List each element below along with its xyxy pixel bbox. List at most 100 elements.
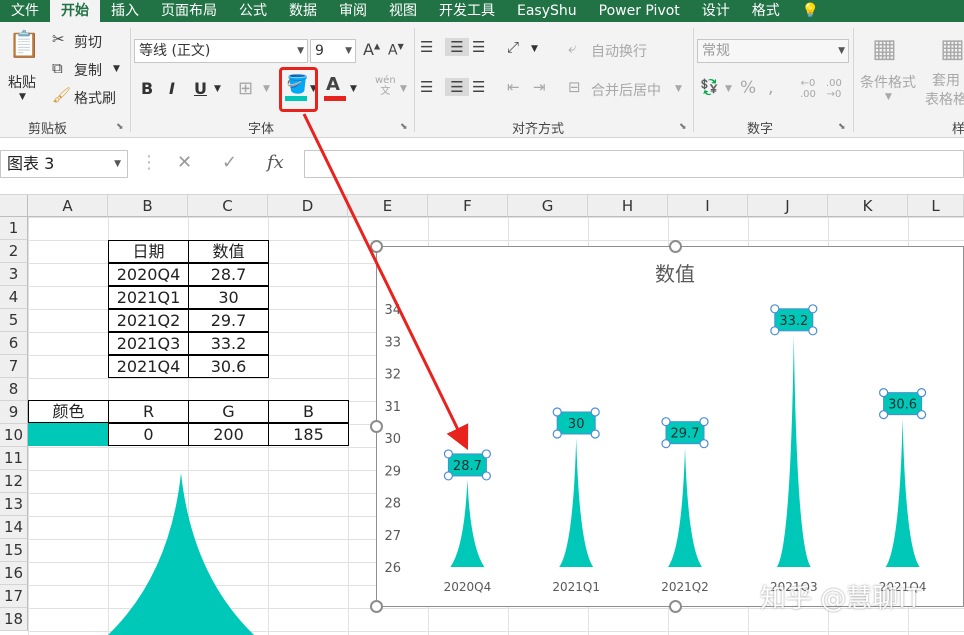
- wrap-text-button[interactable]: 自动换行: [591, 41, 647, 61]
- value-cell[interactable]: 28.7: [188, 263, 269, 286]
- align-right-icon[interactable]: ☰: [472, 78, 485, 96]
- row-header[interactable]: 16: [0, 562, 28, 585]
- row-header[interactable]: 7: [0, 355, 28, 378]
- row-header[interactable]: 11: [0, 447, 28, 470]
- number-launcher-icon[interactable]: ⬊: [838, 122, 846, 132]
- italic-button[interactable]: I: [169, 79, 175, 98]
- color-header-cell[interactable]: 颜色: [28, 400, 109, 423]
- chart-area[interactable]: 数值 26 27 28 29 30 31 32 33 34 2020Q4 28.7 2021Q1 30 20…: [376, 246, 964, 607]
- color-swatch-cell[interactable]: [28, 423, 108, 446]
- conditional-format-button[interactable]: 条件格式: [860, 72, 916, 92]
- row-header[interactable]: 2: [0, 240, 28, 263]
- alignment-launcher-icon[interactable]: ⬊: [679, 122, 687, 132]
- select-all-corner[interactable]: [0, 195, 28, 217]
- value-cell[interactable]: 30: [188, 286, 269, 309]
- row-header[interactable]: 10: [0, 424, 28, 447]
- orientation-icon[interactable]: ⤢: [507, 38, 519, 56]
- decrease-decimal-icon[interactable]: .00 →0: [826, 78, 842, 100]
- enter-icon[interactable]: ✓: [222, 152, 237, 173]
- format-painter-button[interactable]: 格式刷: [74, 88, 116, 108]
- column-header[interactable]: K: [828, 195, 908, 217]
- tab-0[interactable]: 文件: [0, 0, 50, 22]
- resize-handle[interactable]: [370, 600, 383, 613]
- copy-button[interactable]: 复制: [74, 60, 102, 80]
- resize-handle[interactable]: [669, 600, 682, 613]
- row-header[interactable]: 17: [0, 585, 28, 608]
- spike-shape[interactable]: [108, 465, 258, 635]
- paste-dropdown-icon[interactable]: ▼: [19, 92, 26, 102]
- tab-8[interactable]: 开发工具: [428, 0, 506, 22]
- color-header-cell[interactable]: G: [188, 400, 269, 423]
- color-header-cell[interactable]: B: [268, 400, 349, 423]
- increase-decimal-icon[interactable]: ←0.00: [800, 78, 816, 100]
- column-header[interactable]: G: [508, 195, 588, 217]
- column-header[interactable]: B: [108, 195, 188, 217]
- row-header[interactable]: 5: [0, 309, 28, 332]
- orientation-dropdown-icon[interactable]: ▼: [531, 44, 538, 54]
- tab-9[interactable]: EasyShu: [506, 0, 588, 22]
- currency-dropdown-icon[interactable]: ▼: [725, 84, 732, 94]
- borders-dropdown-icon[interactable]: ▼: [263, 84, 270, 94]
- tab-13[interactable]: 💡: [791, 0, 830, 22]
- date-cell[interactable]: 2021Q2: [108, 309, 189, 332]
- tab-12[interactable]: 格式: [741, 0, 791, 22]
- scissors-icon[interactable]: ✂: [52, 30, 65, 48]
- font-launcher-icon[interactable]: ⬊: [400, 122, 408, 132]
- underline-dropdown-icon[interactable]: ▼: [214, 84, 221, 94]
- tab-5[interactable]: 数据: [278, 0, 328, 22]
- name-box[interactable]: 图表 3 ▼: [0, 150, 128, 178]
- table-format-button[interactable]: 套用 表格格: [925, 72, 964, 110]
- row-header[interactable]: 18: [0, 608, 28, 631]
- date-cell[interactable]: 2021Q4: [108, 355, 189, 378]
- column-header[interactable]: J: [748, 195, 828, 217]
- row-header[interactable]: 1: [0, 217, 28, 240]
- row-header[interactable]: 3: [0, 263, 28, 286]
- date-cell[interactable]: 2020Q4: [108, 263, 189, 286]
- align-middle-icon[interactable]: ☰: [445, 38, 469, 56]
- paste-icon[interactable]: 📋: [8, 30, 40, 64]
- column-header[interactable]: E: [348, 195, 428, 217]
- value-cell[interactable]: 33.2: [188, 332, 269, 355]
- row-header[interactable]: 4: [0, 286, 28, 309]
- row-header[interactable]: 13: [0, 493, 28, 516]
- column-header[interactable]: H: [588, 195, 668, 217]
- cut-button[interactable]: 剪切: [74, 32, 102, 52]
- tab-10[interactable]: Power Pivot: [588, 0, 691, 22]
- merge-center-button[interactable]: 合并后居中: [591, 80, 661, 100]
- clipboard-launcher-icon[interactable]: ⬊: [116, 122, 124, 132]
- currency-icon[interactable]: 💱: [700, 78, 719, 96]
- tab-7[interactable]: 视图: [378, 0, 428, 22]
- header-date-cell[interactable]: 日期: [108, 240, 189, 263]
- column-header[interactable]: I: [668, 195, 748, 217]
- font-color-dropdown-icon[interactable]: ▼: [350, 84, 357, 94]
- copy-dropdown-icon[interactable]: ▼: [113, 64, 120, 74]
- number-format-select[interactable]: 常规 ▼: [697, 39, 849, 63]
- decrease-font-icon[interactable]: A▼: [388, 42, 404, 59]
- percent-button[interactable]: %: [740, 78, 756, 98]
- tab-4[interactable]: 公式: [228, 0, 278, 22]
- conditional-dropdown-icon[interactable]: ▼: [885, 92, 892, 102]
- color-header-cell[interactable]: R: [108, 400, 189, 423]
- row-header[interactable]: 12: [0, 470, 28, 493]
- row-header[interactable]: 6: [0, 332, 28, 355]
- row-header[interactable]: 14: [0, 516, 28, 539]
- value-cell[interactable]: 29.7: [188, 309, 269, 332]
- column-header[interactable]: A: [28, 195, 108, 217]
- conditional-format-icon[interactable]: ▦: [872, 34, 897, 64]
- column-header[interactable]: C: [188, 195, 268, 217]
- date-cell[interactable]: 2021Q3: [108, 332, 189, 355]
- increase-font-icon[interactable]: A▲: [363, 40, 380, 59]
- value-cell[interactable]: 30.6: [188, 355, 269, 378]
- copy-icon[interactable]: ⧉: [52, 59, 63, 77]
- resize-handle[interactable]: [370, 240, 383, 253]
- align-top-icon[interactable]: ☰: [420, 38, 433, 56]
- formula-input[interactable]: [304, 150, 964, 178]
- increase-indent-icon[interactable]: ⇥: [533, 78, 546, 96]
- underline-button[interactable]: U: [194, 79, 207, 98]
- comma-icon[interactable]: ,: [768, 78, 773, 98]
- phonetic-dropdown-icon[interactable]: ▼: [400, 84, 407, 94]
- column-header[interactable]: D: [268, 195, 348, 217]
- merge-center-icon[interactable]: ⊟: [568, 78, 581, 96]
- decrease-indent-icon[interactable]: ⇤: [507, 78, 520, 96]
- tab-1[interactable]: 开始: [50, 0, 100, 22]
